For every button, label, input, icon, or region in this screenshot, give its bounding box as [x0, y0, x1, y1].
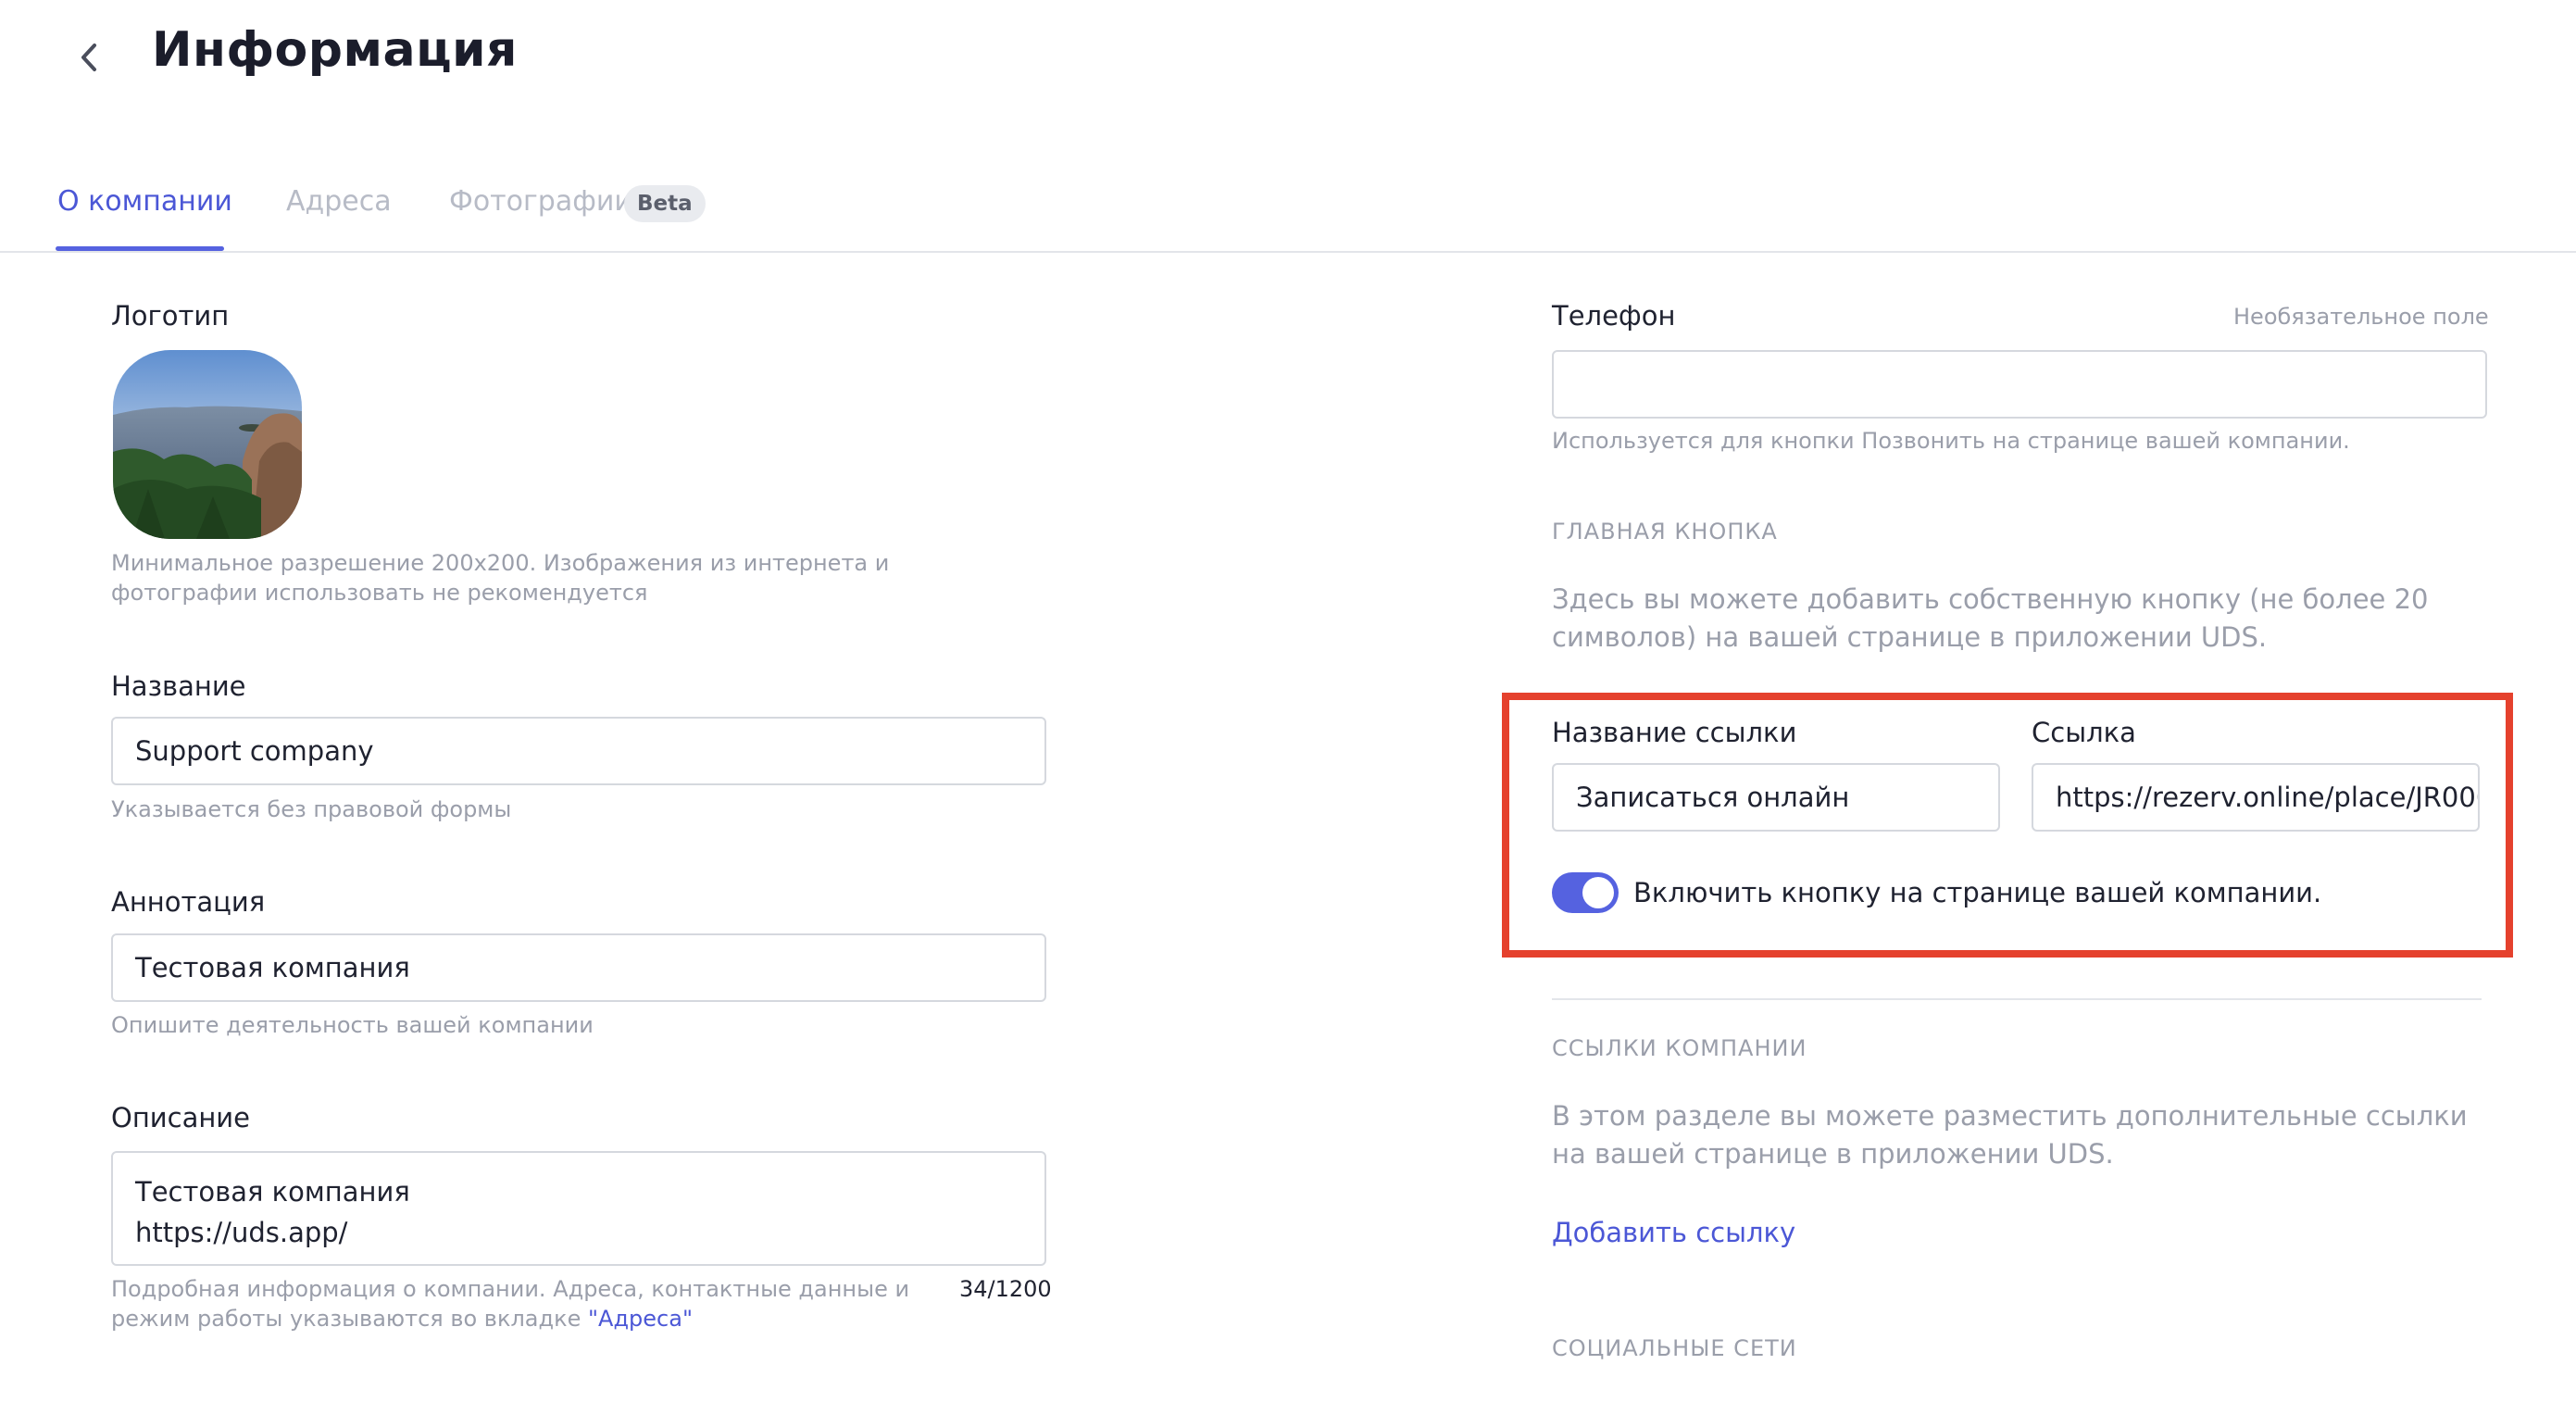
link-url-label: Ссылка	[2032, 717, 2136, 748]
enable-button-label: Включить кнопку на странице вашей компан…	[1633, 877, 2322, 908]
phone-label: Телефон	[1552, 300, 1676, 332]
logo-image	[113, 350, 302, 539]
back-button[interactable]	[65, 33, 113, 81]
link-name-input[interactable]: Записаться онлайн	[1552, 763, 2000, 832]
chevron-left-icon	[81, 44, 96, 71]
description-hint-text: Подробная информация о компании. Адреса,…	[111, 1276, 910, 1332]
phone-input[interactable]	[1552, 350, 2487, 419]
description-hint: Подробная информация о компании. Адреса,…	[111, 1274, 944, 1333]
description-label: Описание	[111, 1102, 250, 1133]
link-url-input[interactable]: https://rezerv.online/place/JR00005	[2032, 763, 2480, 832]
annotation-input[interactable]: Тестовая компания	[111, 933, 1046, 1002]
company-name-input[interactable]: Support company	[111, 717, 1046, 785]
link-name-label: Название ссылки	[1552, 717, 1797, 748]
main-button-description: Здесь вы можете добавить собственную кно…	[1552, 583, 2429, 653]
description-textarea[interactable]: Тестовая компания https://uds.app/	[111, 1151, 1046, 1266]
phone-hint: Используется для кнопки Позвонить на стр…	[1552, 428, 2350, 454]
name-label: Название	[111, 670, 246, 702]
logo-label: Логотип	[111, 300, 230, 332]
phone-optional-note: Необязательное поле	[2233, 304, 2489, 330]
annotation-label: Аннотация	[111, 886, 266, 918]
annotation-hint: Опишите деятельность вашей компании	[111, 1012, 594, 1038]
tab-photos[interactable]: Фотографии	[449, 185, 632, 218]
enable-button-toggle[interactable]	[1552, 872, 1619, 913]
tab-about-company[interactable]: О компании	[57, 185, 232, 218]
main-button-caption: ГЛАВНАЯ КНОПКА	[1552, 519, 1778, 545]
addresses-tab-link[interactable]: "Адреса"	[588, 1306, 693, 1332]
tabs-divider	[0, 251, 2576, 253]
page-title: Информация	[152, 22, 518, 78]
company-links-caption: ССЫЛКИ КОМПАНИИ	[1552, 1035, 1807, 1061]
logo-hint: Минимальное разрешение 200x200. Изображе…	[111, 550, 890, 606]
name-hint: Указывается без правовой формы	[111, 796, 512, 822]
beta-badge: Beta	[624, 185, 706, 222]
company-links-description: В этом разделе вы можете разместить допо…	[1552, 1100, 2468, 1170]
add-link-button[interactable]: Добавить ссылку	[1552, 1217, 1795, 1248]
description-line: https://uds.app/	[135, 1217, 348, 1248]
description-line: Тестовая компания	[135, 1176, 410, 1208]
section-divider	[1552, 998, 2482, 1000]
social-networks-caption: СОЦИАЛЬНЫЕ СЕТИ	[1552, 1335, 1797, 1361]
company-logo[interactable]	[113, 350, 302, 539]
description-counter: 34/1200	[959, 1276, 1052, 1302]
tab-addresses[interactable]: Адреса	[286, 185, 392, 218]
toggle-knob	[1582, 877, 1614, 908]
